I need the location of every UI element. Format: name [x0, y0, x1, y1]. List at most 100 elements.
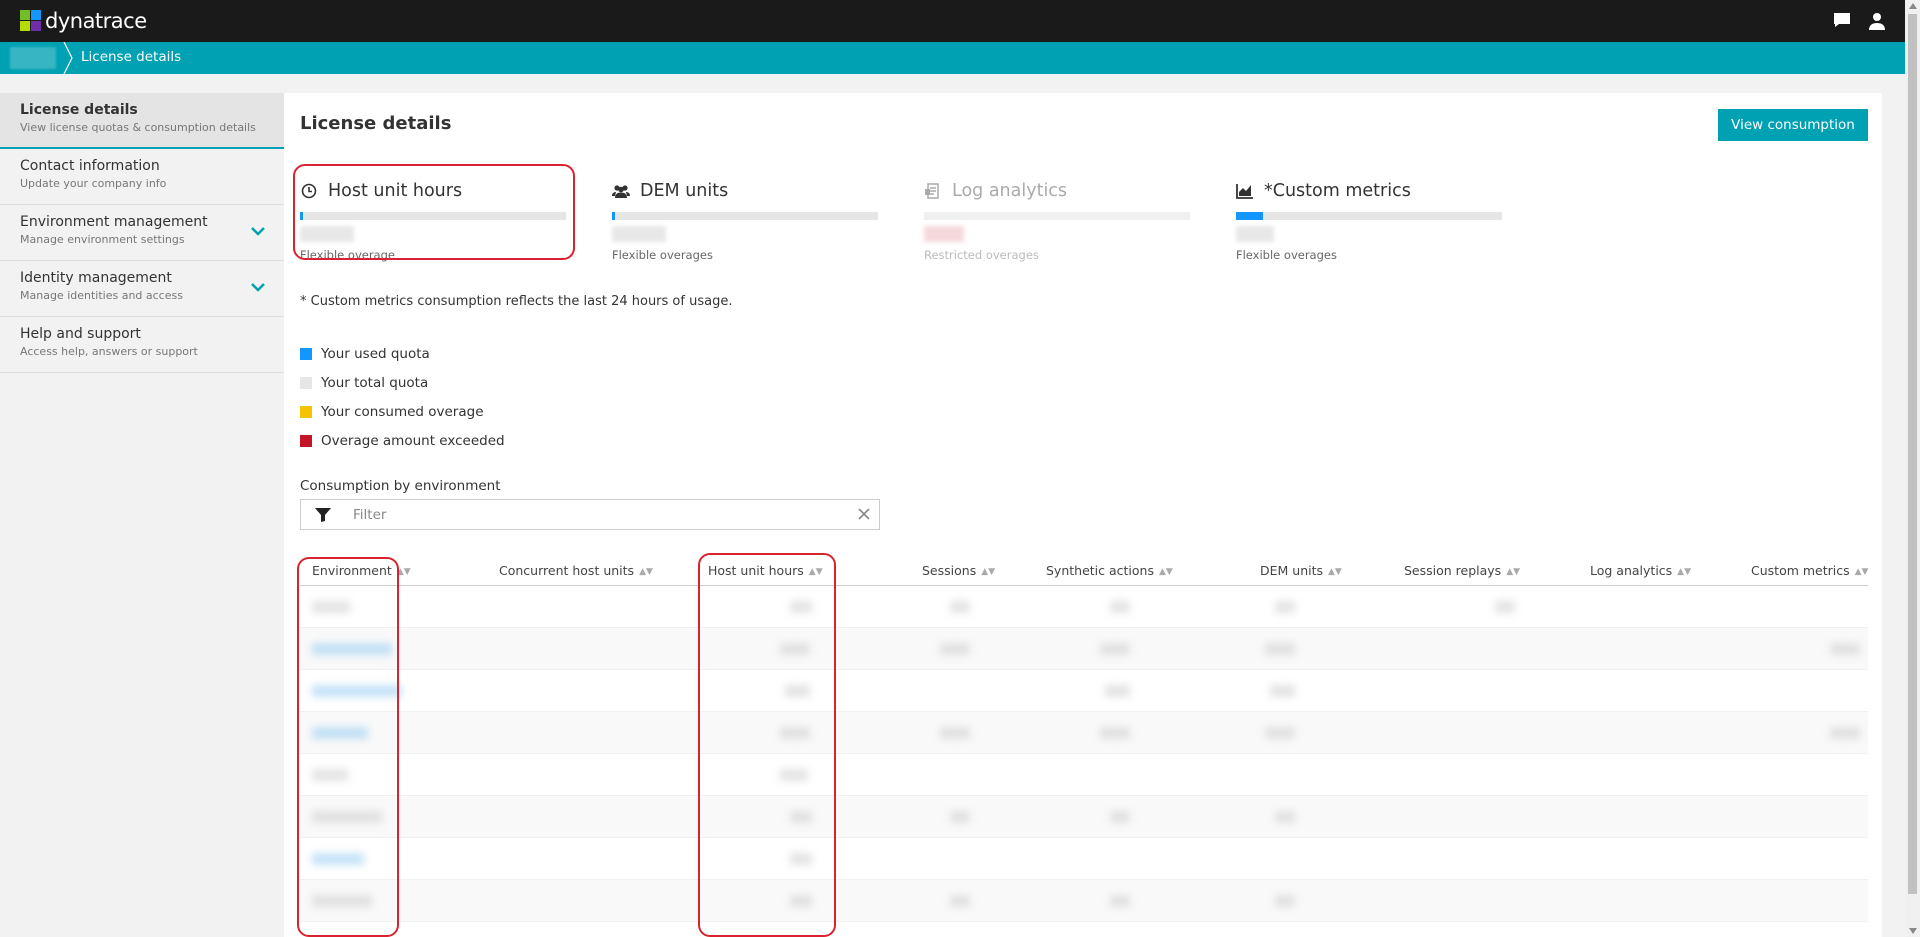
area-chart-icon	[1236, 182, 1254, 200]
vertical-scrollbar[interactable]	[1905, 0, 1920, 937]
redacted-cell	[1495, 601, 1515, 613]
users-icon	[612, 182, 630, 200]
redacted-cell	[1105, 685, 1130, 697]
breadcrumb: License details	[0, 42, 1905, 74]
column-header-session-replays[interactable]: Session replays ▲▼	[1404, 563, 1520, 578]
redacted-cell[interactable]	[312, 853, 364, 865]
filter-input[interactable]	[353, 504, 833, 526]
quota-legend: Your used quota Your total quota Your co…	[300, 339, 505, 455]
redacted-cell[interactable]	[312, 685, 402, 697]
column-header-concurrent-host-units[interactable]: Concurrent host units ▲▼	[499, 563, 653, 578]
sidebar-item-title: Contact information	[20, 158, 160, 174]
column-header-synthetic-actions[interactable]: Synthetic actions ▲▼	[1046, 563, 1173, 578]
redacted-cell	[790, 895, 812, 907]
sort-icon: ▲▼	[1506, 567, 1521, 577]
scrollbar-thumb[interactable]	[1908, 14, 1917, 894]
column-header-environment[interactable]: Environment ▲▼	[312, 563, 411, 578]
consumption-section-label: Consumption by environment	[300, 478, 501, 494]
sort-icon: ▲▼	[396, 567, 411, 577]
view-consumption-button[interactable]: View consumption	[1718, 109, 1868, 141]
column-header-label: Session replays	[1404, 563, 1502, 578]
redacted-cell	[1265, 727, 1295, 739]
breadcrumb-environment[interactable]	[10, 47, 56, 69]
column-header-label: Environment	[312, 563, 392, 578]
sidebar-item-title: License details	[20, 102, 138, 118]
redacted-cell	[950, 811, 970, 823]
sidebar-item-subtitle: View license quotas & consumption detail…	[20, 121, 256, 134]
legend-label: Your used quota	[321, 345, 430, 362]
redacted-cell	[785, 685, 810, 697]
feedback-icon[interactable]	[1833, 12, 1851, 34]
legend-item: Overage amount exceeded	[300, 426, 505, 455]
filter-box	[300, 499, 880, 530]
chevron-down-icon[interactable]	[250, 279, 266, 295]
redacted-cell	[780, 727, 810, 739]
tile-note: Flexible overage	[300, 248, 395, 262]
quota-bar-fill	[300, 212, 303, 220]
logo-text: dynatrace	[45, 9, 147, 33]
log-icon	[924, 182, 942, 200]
sidebar-item-contact-information[interactable]: Contact information Update your company …	[0, 149, 284, 205]
quota-bar	[924, 212, 1190, 220]
dynatrace-logo[interactable]: dynatrace	[20, 9, 147, 33]
sidebar-item-help-and-support[interactable]: Help and support Access help, answers or…	[0, 317, 284, 373]
chevron-down-icon[interactable]	[250, 223, 266, 239]
redacted-cell[interactable]	[312, 643, 392, 655]
sidebar-item-license-details[interactable]: License details View license quotas & co…	[0, 93, 284, 149]
redacted-cell	[950, 895, 970, 907]
scroll-down-icon[interactable]	[1909, 928, 1917, 934]
redacted-cell	[312, 601, 350, 613]
table-header: Environment ▲▼ Concurrent host units ▲▼ Ho…	[300, 557, 1868, 586]
sidebar-item-title: Help and support	[20, 326, 141, 342]
sort-icon: ▲▼	[1158, 567, 1173, 577]
quota-bar	[612, 212, 878, 220]
redacted-cell	[1830, 643, 1860, 655]
column-header-dem-units[interactable]: DEM units ▲▼	[1260, 563, 1342, 578]
tile-title: Log analytics	[952, 181, 1068, 201]
column-header-label: DEM units	[1260, 563, 1324, 578]
dynatrace-logo-icon	[20, 10, 42, 32]
quota-bar-fill	[1236, 212, 1263, 220]
legend-swatch	[300, 405, 312, 418]
redacted-cell	[950, 601, 970, 613]
top-bar: dynatrace	[0, 0, 1905, 42]
column-header-sessions[interactable]: Sessions ▲▼	[922, 563, 995, 578]
redacted-cell	[1275, 895, 1295, 907]
sidebar-item-environment-management[interactable]: Environment management Manage environmen…	[0, 205, 284, 261]
tile-note: Flexible overages	[612, 248, 713, 262]
user-icon[interactable]	[1869, 12, 1885, 34]
tile-custom-metrics: *Custom metrics Flexible overages	[1236, 181, 1502, 262]
close-icon[interactable]	[855, 505, 873, 523]
tile-note: Restricted overages	[924, 248, 1039, 262]
sort-icon: ▲▼	[1677, 567, 1692, 577]
redacted-cell	[312, 811, 382, 823]
redacted-cell	[780, 643, 810, 655]
column-header-log-analytics[interactable]: Log analytics ▲▼	[1590, 563, 1691, 578]
redacted-cell	[1270, 685, 1295, 697]
legend-label: Overage amount exceeded	[321, 432, 505, 449]
sort-icon: ▲▼	[1854, 567, 1869, 577]
page-title: License details	[300, 113, 452, 134]
column-header-host-unit-hours[interactable]: Host unit hours ▲▼	[708, 563, 823, 578]
column-header-label: Host unit hours	[708, 563, 804, 578]
redacted-cell	[1110, 601, 1130, 613]
redacted-cell	[1275, 811, 1295, 823]
table-row	[300, 796, 1868, 838]
redacted-cell	[1100, 643, 1130, 655]
column-header-label: Log analytics	[1590, 563, 1673, 578]
quota-value-redacted	[924, 226, 964, 242]
sidebar-item-identity-management[interactable]: Identity management Manage identities an…	[0, 261, 284, 317]
column-header-custom-metrics[interactable]: Custom metrics ▲▼	[1751, 563, 1868, 578]
legend-item: Your used quota	[300, 339, 505, 368]
redacted-cell	[1275, 601, 1295, 613]
clock-icon	[300, 182, 318, 200]
tile-host-unit-hours: Host unit hours Flexible overage	[300, 181, 566, 262]
redacted-cell[interactable]	[312, 727, 368, 739]
legend-swatch	[300, 376, 312, 389]
redacted-cell	[1110, 895, 1130, 907]
legend-label: Your total quota	[321, 374, 429, 391]
redacted-cell	[780, 769, 808, 781]
quota-bar	[1236, 212, 1502, 220]
scroll-up-icon[interactable]	[1909, 3, 1917, 9]
main-content: License details View consumption Host un…	[284, 93, 1882, 937]
